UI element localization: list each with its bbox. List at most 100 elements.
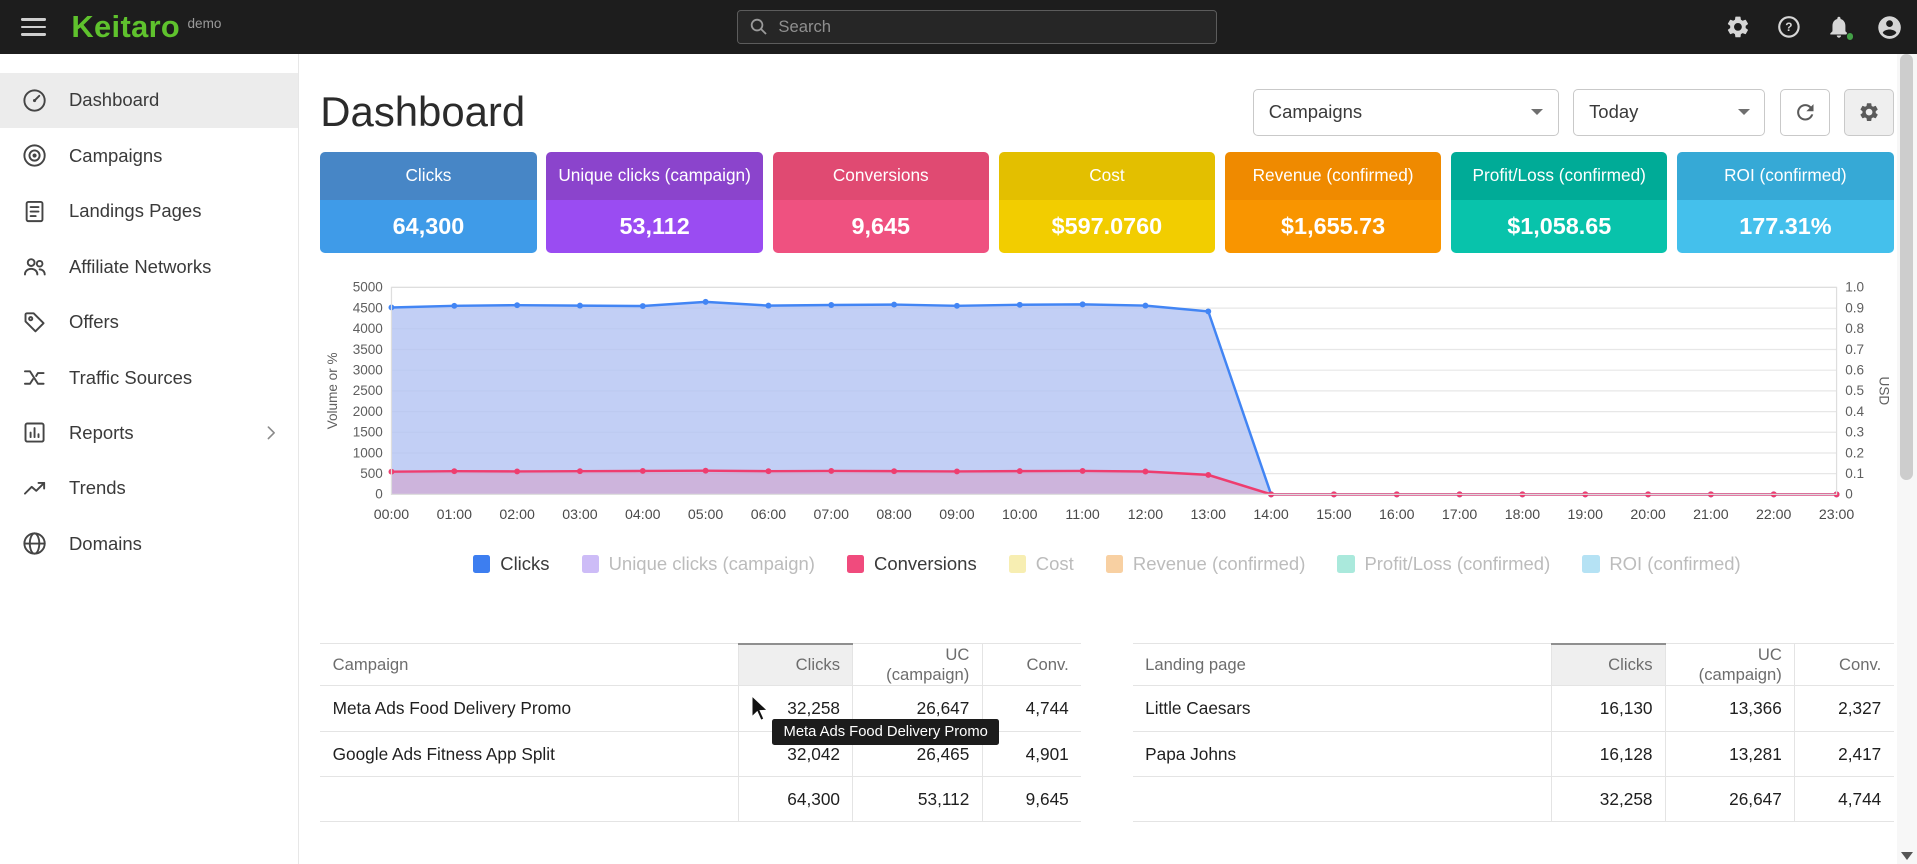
stat-label: ROI (confirmed) — [1677, 152, 1893, 200]
table-row[interactable]: Little Caesars16,13013,3662,327 — [1133, 686, 1894, 732]
svg-text:0.4: 0.4 — [1845, 404, 1864, 419]
stat-label: Cost — [999, 152, 1215, 200]
reports-icon — [21, 419, 48, 446]
column-header-conv[interactable]: Conv. — [982, 644, 1081, 686]
cell-name[interactable]: Google Ads Fitness App Split — [320, 731, 738, 777]
svg-text:3000: 3000 — [353, 362, 383, 377]
svg-text:Volume or %: Volume or % — [326, 352, 341, 429]
column-header-campaign[interactable]: Campaign — [320, 644, 738, 686]
notifications-icon[interactable] — [1825, 12, 1855, 42]
help-icon[interactable]: ? — [1774, 12, 1804, 42]
svg-text:03:00: 03:00 — [563, 507, 599, 523]
sidebar-item-traffic-sources[interactable]: Traffic Sources — [0, 350, 298, 405]
landings-table: Landing pageClicksUC (campaign)Conv.Litt… — [1133, 643, 1894, 822]
svg-text:09:00: 09:00 — [940, 507, 976, 523]
sidebar-item-label: Affiliate Networks — [69, 256, 211, 278]
cell-uc: 13,281 — [1665, 731, 1794, 777]
svg-text:0.6: 0.6 — [1845, 362, 1864, 377]
legend-item-roi-confirmed[interactable]: ROI (confirmed) — [1582, 553, 1740, 575]
legend-item-unique-clicks-campaign[interactable]: Unique clicks (campaign) — [582, 553, 815, 575]
search-input[interactable] — [778, 17, 1205, 37]
dashboard-settings-button[interactable] — [1844, 89, 1893, 136]
svg-text:1500: 1500 — [353, 424, 383, 439]
main-content: Dashboard Campaigns Today Clicks64,300Un — [301, 54, 1894, 863]
column-header-uc-campaign[interactable]: UC (campaign) — [1665, 644, 1794, 686]
sidebar-item-domains[interactable]: Domains — [0, 516, 298, 571]
svg-text:00:00: 00:00 — [374, 507, 410, 523]
cell-uc-total: 26,647 — [1665, 777, 1794, 821]
cell-name[interactable]: Little Caesars — [1133, 686, 1551, 732]
offers-icon — [21, 309, 48, 336]
sidebar-item-landings-pages[interactable]: Landings Pages — [0, 184, 298, 239]
stat-value: 64,300 — [320, 200, 536, 253]
account-icon[interactable] — [1875, 12, 1905, 42]
search-bar[interactable] — [737, 10, 1217, 44]
legend-label: Conversions — [874, 553, 977, 575]
menu-toggle-button[interactable] — [21, 18, 46, 35]
stat-card-unique-clicks-campaign[interactable]: Unique clicks (campaign)53,112 — [546, 152, 762, 253]
column-header-uc-campaign[interactable]: UC (campaign) — [853, 644, 982, 686]
svg-text:05:00: 05:00 — [688, 507, 724, 523]
legend-label: Revenue (confirmed) — [1133, 553, 1305, 575]
sidebar-item-offers[interactable]: Offers — [0, 294, 298, 349]
legend-item-revenue-confirmed[interactable]: Revenue (confirmed) — [1106, 553, 1306, 575]
legend-item-conversions[interactable]: Conversions — [847, 553, 977, 575]
legend-label: Profit/Loss (confirmed) — [1364, 553, 1550, 575]
traffic-chart[interactable]: 0500100015002000250030003500400045005000… — [320, 280, 1893, 529]
campaigns-filter-select[interactable]: Campaigns — [1253, 89, 1559, 136]
sidebar-item-reports[interactable]: Reports — [0, 405, 298, 460]
sidebar-item-trends[interactable]: Trends — [0, 461, 298, 516]
stat-card-revenue-confirmed[interactable]: Revenue (confirmed)$1,655.73 — [1225, 152, 1441, 253]
sidebar-item-label: Landings Pages — [69, 200, 201, 222]
sidebar-item-label: Domains — [69, 533, 142, 555]
cell-conv-total: 4,744 — [1795, 777, 1894, 821]
stat-card-profit-loss-confirmed[interactable]: Profit/Loss (confirmed)$1,058.65 — [1451, 152, 1667, 253]
chart-canvas[interactable]: 0500100015002000250030003500400045005000… — [320, 280, 1893, 529]
cell-conv-total: 9,645 — [982, 777, 1081, 821]
column-header-conv[interactable]: Conv. — [1795, 644, 1894, 686]
legend-swatch — [1582, 555, 1599, 572]
legend-item-cost[interactable]: Cost — [1009, 553, 1074, 575]
column-header-clicks[interactable]: Clicks — [1551, 644, 1665, 686]
stat-value: 177.31% — [1677, 200, 1893, 253]
landings-icon — [21, 198, 48, 225]
svg-text:0.9: 0.9 — [1845, 300, 1864, 315]
date-range-select[interactable]: Today — [1573, 89, 1765, 136]
stat-card-cost[interactable]: Cost$597.0760 — [999, 152, 1215, 253]
scrollbar[interactable] — [1897, 54, 1917, 863]
stat-card-roi-confirmed[interactable]: ROI (confirmed)177.31% — [1677, 152, 1893, 253]
svg-text:18:00: 18:00 — [1505, 507, 1541, 523]
chart-legend: Clicks Unique clicks (campaign) Conversion… — [320, 553, 1893, 575]
column-header-landing-page[interactable]: Landing page — [1133, 644, 1551, 686]
scrollbar-thumb[interactable] — [1900, 54, 1914, 480]
svg-text:23:00: 23:00 — [1819, 507, 1855, 523]
column-header-clicks[interactable]: Clicks — [739, 644, 853, 686]
legend-item-profit-loss-confirmed[interactable]: Profit/Loss (confirmed) — [1337, 553, 1550, 575]
legend-item-clicks[interactable]: Clicks — [473, 553, 549, 575]
table-row[interactable]: Papa Johns16,12813,2812,417 — [1133, 731, 1894, 777]
scroll-down-arrow[interactable] — [1901, 852, 1913, 860]
legend-swatch — [1009, 555, 1026, 572]
settings-icon[interactable] — [1724, 12, 1754, 42]
stat-card-conversions[interactable]: Conversions9,645 — [773, 152, 989, 253]
stat-card-clicks[interactable]: Clicks64,300 — [320, 152, 536, 253]
sidebar-item-affiliate-networks[interactable]: Affiliate Networks — [0, 239, 298, 294]
sidebar-item-dashboard[interactable]: Dashboard — [0, 73, 298, 128]
cell-name[interactable]: Meta Ads Food Delivery Promo — [320, 686, 738, 732]
legend-label: ROI (confirmed) — [1609, 553, 1740, 575]
svg-text:07:00: 07:00 — [814, 507, 850, 523]
sidebar-item-campaigns[interactable]: Campaigns — [0, 128, 298, 183]
dashboard-controls: Campaigns Today — [1253, 89, 1894, 136]
svg-text:11:00: 11:00 — [1066, 507, 1101, 523]
refresh-button[interactable] — [1780, 89, 1829, 136]
campaigns-filter-value: Campaigns — [1269, 101, 1362, 123]
svg-text:02:00: 02:00 — [500, 507, 536, 523]
cell-name[interactable]: Papa Johns — [1133, 731, 1551, 777]
page-title: Dashboard — [320, 88, 525, 136]
logo[interactable]: Keitaro — [71, 12, 180, 43]
totals-row: 32,25826,6474,744 — [1133, 777, 1894, 821]
svg-text:2000: 2000 — [353, 404, 383, 419]
domains-icon — [21, 530, 48, 557]
svg-text:4000: 4000 — [353, 321, 383, 336]
totals-row: 64,30053,1129,645 — [320, 777, 1081, 821]
